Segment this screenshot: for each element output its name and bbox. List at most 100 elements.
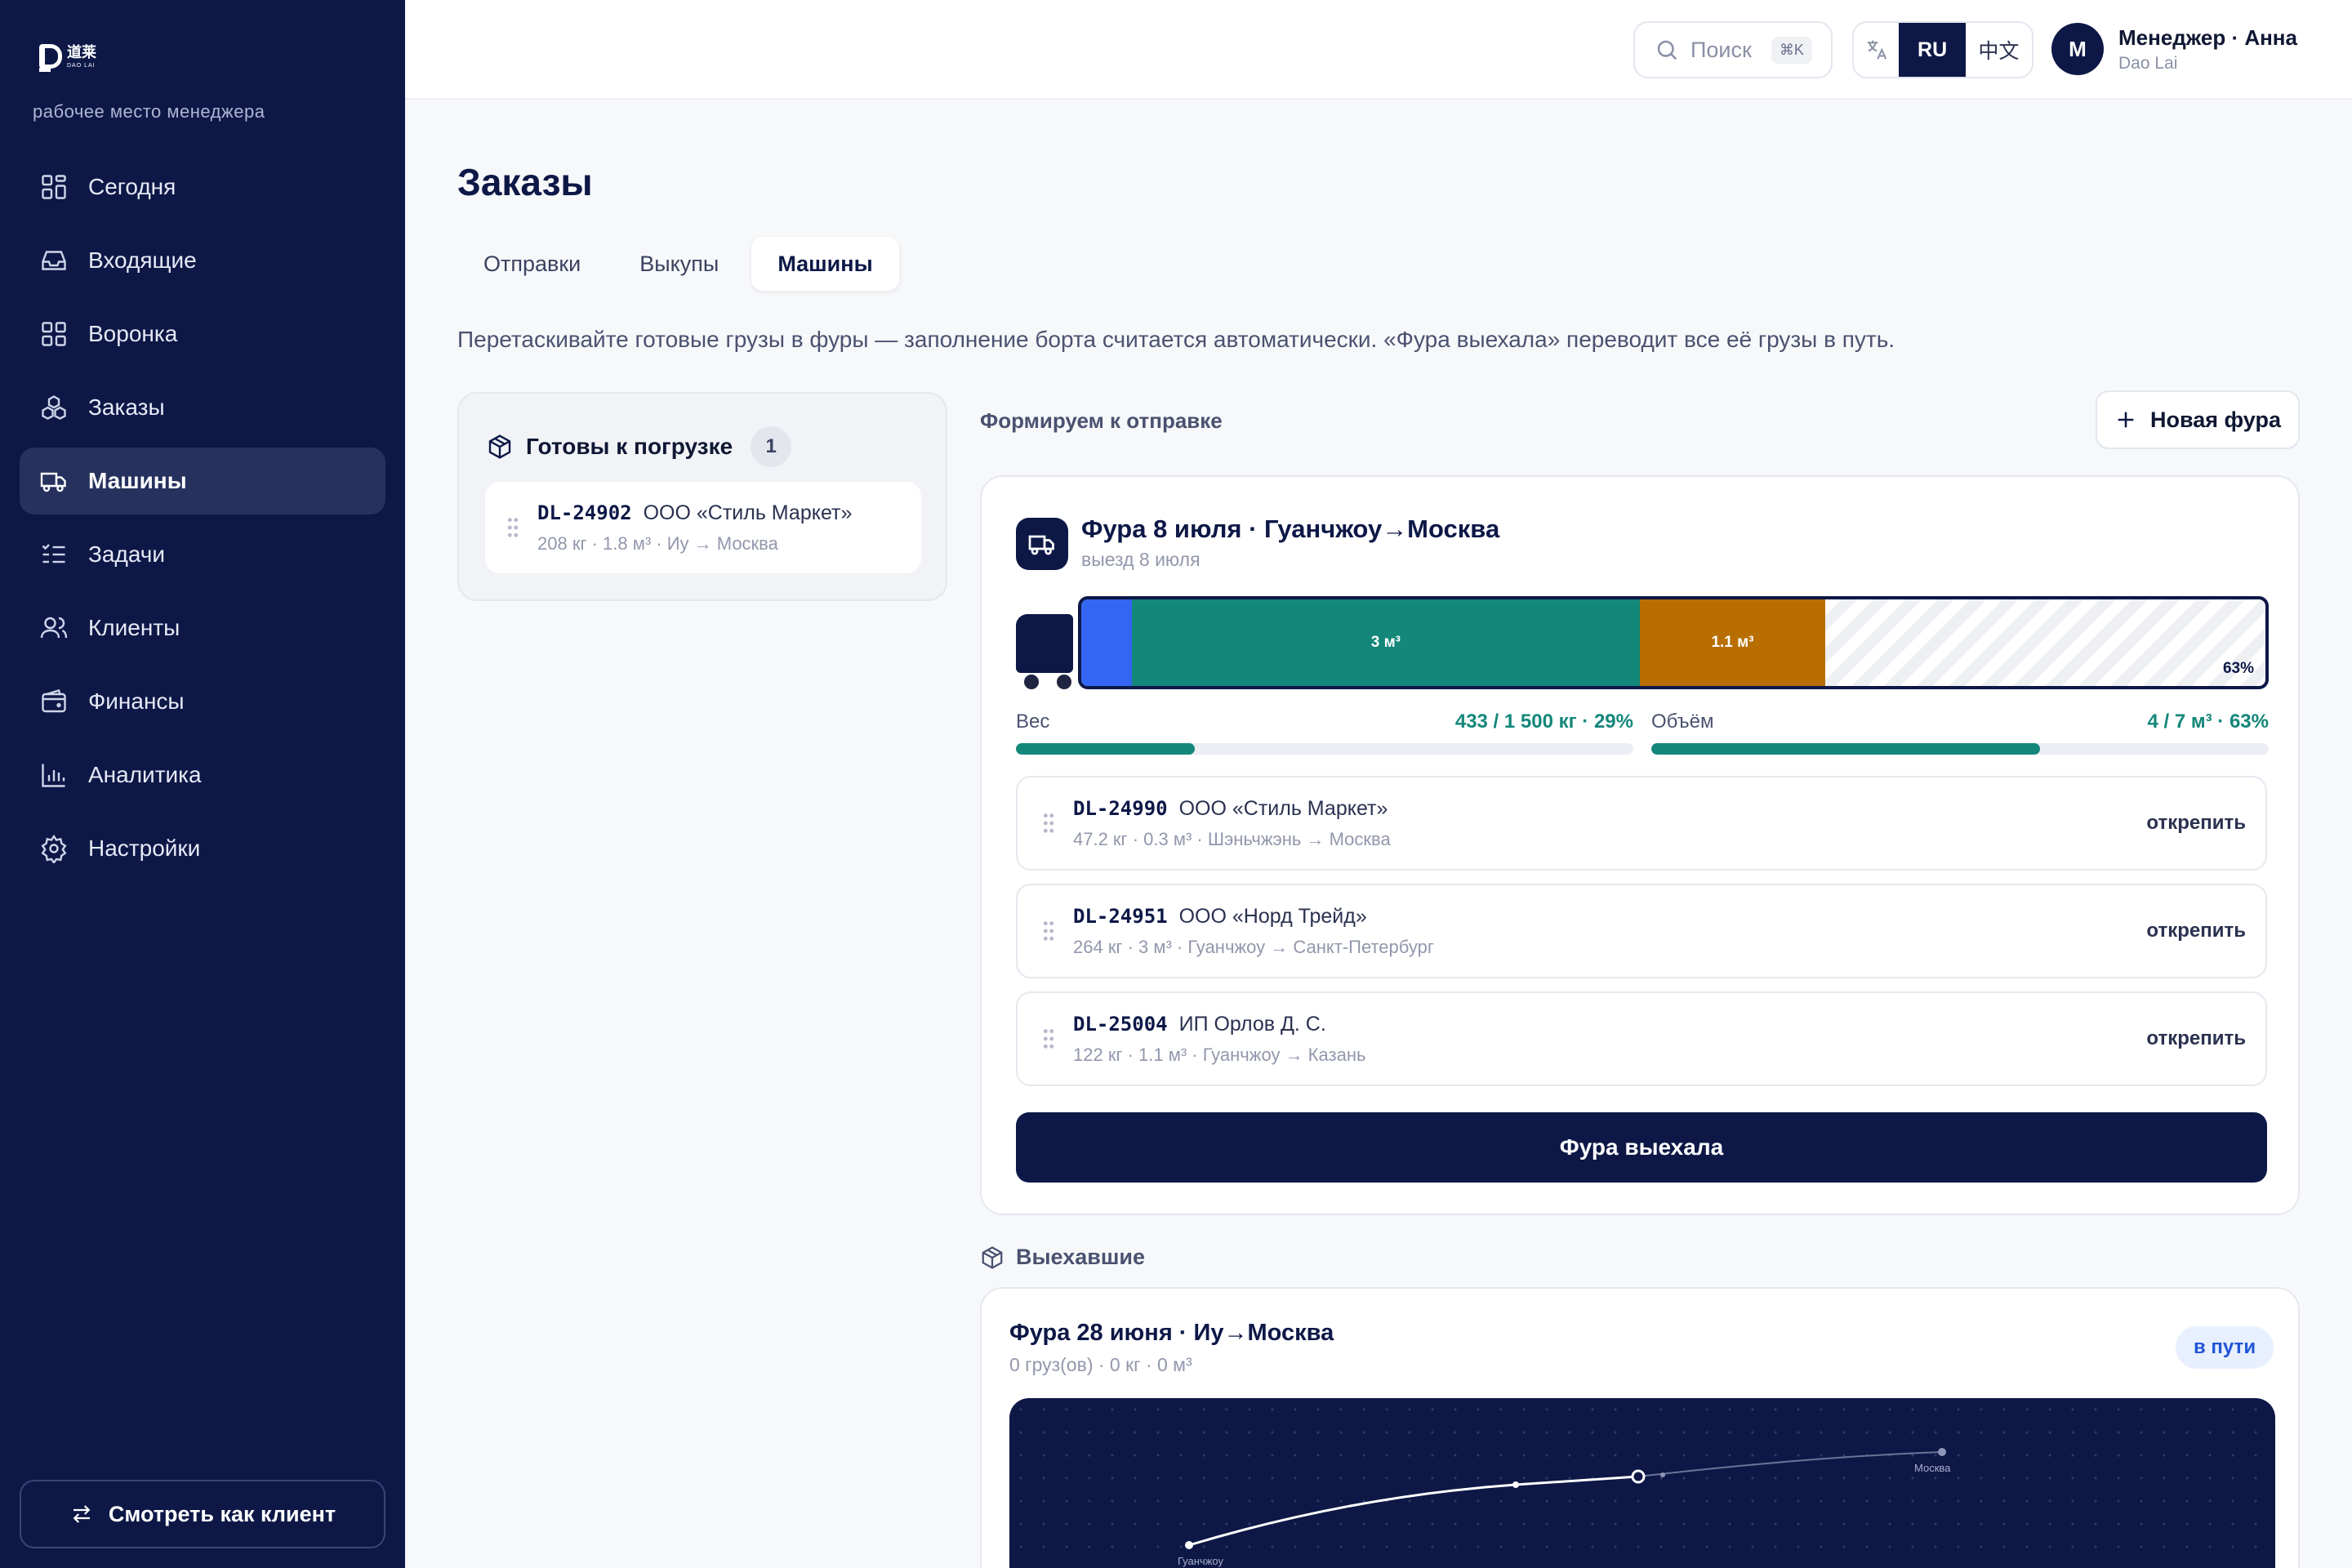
- tab-trucks[interactable]: Машины: [751, 237, 899, 291]
- volume-value: 4 / 7 м³ · 63%: [2147, 710, 2269, 733]
- route-waypoint: [1660, 1472, 1665, 1477]
- sidebar-item-trucks[interactable]: Машины: [20, 448, 385, 514]
- truck-departed-button[interactable]: Фура выехала: [1016, 1112, 2267, 1183]
- weight-progress-fill: [1016, 743, 1196, 755]
- user-menu[interactable]: М Менеджер · Анна Dao Lai: [2051, 23, 2297, 75]
- sidebar-item-today[interactable]: Сегодня: [20, 154, 385, 220]
- truck-wheel: [1024, 675, 1039, 689]
- departed-truck-card[interactable]: Фура 28 июня · Иу→Москва 0 груз(ов) · 0 …: [980, 1287, 2300, 1568]
- drag-handle-icon[interactable]: [1042, 1028, 1055, 1049]
- status-badge: в пути: [2176, 1326, 2274, 1369]
- logo[interactable]: 道莱 DAO LAI: [39, 44, 96, 72]
- truck-card-icon: [1016, 518, 1068, 570]
- departed-truck-summary: 0 груз(ов) · 0 кг · 0 м³: [1009, 1354, 1192, 1375]
- loaded-cargo-row[interactable]: DL-24990 ООО «Стиль Маркет» 47.2 кг · 0.3…: [1016, 776, 2267, 871]
- load-segment-label: 3 м³: [1370, 634, 1401, 651]
- unpin-button[interactable]: открепить: [2146, 812, 2246, 835]
- drag-handle-icon[interactable]: [1042, 920, 1055, 942]
- route-from-label: Гуанчжоу: [1178, 1555, 1223, 1567]
- truck-current-position: [1631, 1469, 1646, 1484]
- drag-handle-icon[interactable]: [1042, 813, 1055, 834]
- view-as-client-button[interactable]: Смотреть как клиент: [20, 1480, 385, 1548]
- search-input[interactable]: Поиск ⌘K: [1633, 21, 1833, 78]
- tabs: Отправки Выкупы Машины: [457, 237, 899, 291]
- sidebar-item-label: Заказы: [88, 394, 165, 420]
- ready-title: Готовы к погрузке: [526, 434, 733, 459]
- cargo-id: DL-25004: [1073, 1012, 1168, 1036]
- cargo-id: DL-24902: [537, 501, 632, 524]
- sidebar-nav: Сегодня Входящие Воронка Заказы Машины З…: [20, 154, 385, 889]
- sidebar-item-settings[interactable]: Настройки: [20, 815, 385, 882]
- lang-option-cn[interactable]: 中文: [1966, 23, 2032, 77]
- load-segment: 1.1 м³: [1639, 599, 1826, 686]
- inbox-icon: [42, 251, 66, 270]
- route-to-label: Москва: [1914, 1462, 1951, 1474]
- page-hint: Перетаскивайте готовые грузы в фуры — за…: [457, 327, 1895, 352]
- truck-wheel: [1057, 675, 1071, 689]
- translate-icon: [1854, 23, 1899, 77]
- departed-truck-title: Фура 28 июня · Иу→Москва: [1009, 1320, 1334, 1346]
- cargo-client: ИП Орлов Д. С.: [1178, 1012, 1326, 1036]
- cargo-client: ООО «Стиль Маркет»: [1178, 796, 1388, 820]
- sidebar-item-analytics[interactable]: Аналитика: [20, 742, 385, 808]
- sidebar-item-tasks[interactable]: Задачи: [20, 521, 385, 588]
- gear-icon: [41, 834, 67, 863]
- cargo-details: 47.2 кг · 0.3 м³ · Шэньчжэнь → Москва: [1073, 828, 1391, 849]
- wallet-icon: [42, 689, 66, 713]
- route-map-svg: Москва Гуанчжоу: [1178, 1448, 1951, 1567]
- truck-icon: [40, 472, 66, 492]
- lang-option-ru[interactable]: RU: [1899, 23, 1966, 77]
- load-segment: 3 м³: [1132, 599, 1640, 686]
- weight-label: Вес: [1016, 710, 1050, 733]
- ready-cargo-card[interactable]: DL-24902 ООО «Стиль Маркет» 208 кг · 1.8 …: [485, 482, 921, 573]
- dashboard-icon: [42, 175, 66, 199]
- sidebar-item-finance[interactable]: Финансы: [20, 668, 385, 735]
- load-segment: [1081, 599, 1133, 686]
- truck-icon: [1028, 535, 1054, 555]
- avatar: М: [2051, 23, 2104, 75]
- truck-departure-date: выезд 8 июля: [1081, 549, 1200, 570]
- sidebar-item-inbox[interactable]: Входящие: [20, 227, 385, 294]
- search-placeholder: Поиск: [1690, 37, 1752, 62]
- loaded-cargo-row[interactable]: DL-24951 ООО «Норд Трейд» 264 кг · 3 м³ ·…: [1016, 884, 2267, 978]
- page-title: Заказы: [457, 161, 593, 203]
- route-remaining-line: [1637, 1451, 1943, 1477]
- sidebar-item-label: Настройки: [88, 835, 201, 861]
- volume-meter: Объём 4 / 7 м³ · 63%: [1651, 710, 2269, 755]
- weight-meter: Вес 433 / 1 500 кг · 29%: [1016, 710, 1633, 755]
- search-shortcut: ⌘K: [1771, 36, 1812, 64]
- logo-cn-text: 道莱: [67, 44, 96, 61]
- tab-shipments[interactable]: Отправки: [457, 237, 607, 291]
- departed-section-title: Выехавшие: [980, 1245, 1145, 1270]
- load-segment-label: 1.1 м³: [1711, 634, 1754, 651]
- load-fill-percent: 63%: [2222, 660, 2254, 677]
- route-end-point: [1938, 1448, 1946, 1456]
- route-start-point: [1185, 1541, 1193, 1549]
- sidebar-item-orders[interactable]: Заказы: [20, 374, 385, 441]
- user-name: Менеджер · Анна: [2118, 24, 2297, 50]
- sidebar-item-funnel[interactable]: Воронка: [20, 301, 385, 368]
- sidebar-item-label: Клиенты: [88, 615, 180, 640]
- new-truck-label: Новая фура: [2150, 407, 2281, 432]
- plus-icon: [2118, 412, 2134, 428]
- workspace-label: рабочее место менеджера: [33, 101, 265, 122]
- unpin-button[interactable]: открепить: [2146, 1027, 2246, 1050]
- topbar: Поиск ⌘K RU 中文 М Менеджер · Анна Dao Lai: [405, 0, 2352, 100]
- cargo-details: 208 кг · 1.8 м³ · Иу → Москва: [537, 532, 778, 554]
- tab-purchases[interactable]: Выкупы: [613, 237, 745, 291]
- route-traveled-line: [1188, 1475, 1639, 1547]
- unpin-button[interactable]: открепить: [2146, 920, 2246, 942]
- cargo-client: ООО «Стиль Маркет»: [643, 501, 853, 524]
- new-truck-button[interactable]: Новая фура: [2096, 390, 2300, 449]
- funnel-grid-icon: [42, 322, 66, 346]
- cargo-details: 122 кг · 1.1 м³ · Гуанчжоу → Казань: [1073, 1044, 1366, 1065]
- sidebar-item-label: Воронка: [88, 321, 178, 346]
- search-icon: [1657, 40, 1677, 60]
- sidebar-item-clients[interactable]: Клиенты: [20, 595, 385, 662]
- sidebar-item-label: Финансы: [88, 688, 185, 714]
- loaded-cargo-row[interactable]: DL-25004 ИП Орлов Д. С. 122 кг · 1.1 м³ ·…: [1016, 991, 2267, 1086]
- sidebar: 道莱 DAO LAI рабочее место менеджера Сегод…: [0, 0, 405, 1568]
- package-icon: [982, 1245, 1003, 1269]
- sidebar-item-label: Входящие: [88, 247, 197, 273]
- drag-handle-icon[interactable]: [506, 517, 519, 538]
